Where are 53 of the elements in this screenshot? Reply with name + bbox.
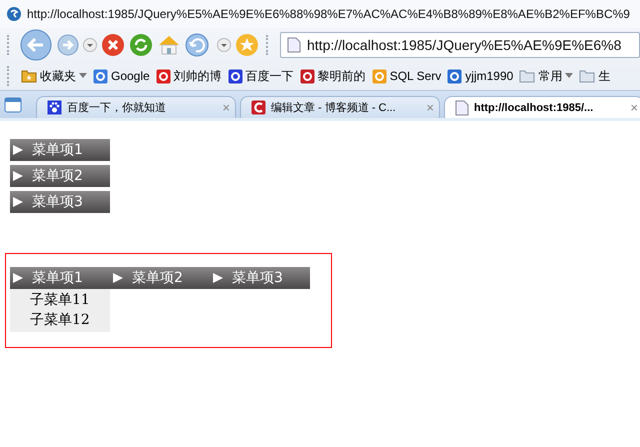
bookmark-item[interactable]: Google <box>93 68 150 84</box>
browser-tab[interactable]: 百度一下，你就知道 × <box>36 96 236 118</box>
caret-icon <box>79 73 87 79</box>
bookmark-item[interactable]: SQL Serv <box>372 68 442 84</box>
play-icon <box>113 273 123 283</box>
folder-icon <box>519 69 536 83</box>
site-icon <box>251 100 266 115</box>
paw-icon <box>47 100 62 115</box>
bookmark-item[interactable]: 刘帅的博 <box>156 68 222 84</box>
bookmark-item[interactable]: yjjm1990 <box>447 68 514 84</box>
dropdown-icon[interactable] <box>83 38 97 52</box>
site-icon <box>156 68 171 84</box>
site-icon <box>228 68 243 84</box>
folder-icon <box>579 69 596 83</box>
star-folder-icon <box>21 69 37 83</box>
play-icon <box>213 273 223 283</box>
menu-item[interactable]: 菜单项2 <box>110 267 210 289</box>
page-icon <box>287 37 301 53</box>
site-icon <box>300 68 315 84</box>
close-tab-button[interactable]: × <box>630 100 638 115</box>
bookmark-item[interactable]: 常用 <box>519 68 574 84</box>
window-title: http://localhost:1985/JQuery%E5%AE%9E%E6%88%98%E7%AC%AC%E4%B8%89%E8%AE%B2%EF%BC%9 <box>27 7 630 21</box>
play-icon <box>13 273 23 283</box>
site-icon <box>93 68 108 84</box>
caret-icon <box>565 73 574 79</box>
refresh-icon[interactable] <box>129 33 153 57</box>
menu-item[interactable]: 菜单项3 <box>210 267 310 289</box>
menu-item[interactable]: 菜单项3 <box>10 191 110 213</box>
back-icon[interactable] <box>19 28 53 62</box>
submenu-item[interactable]: 子菜单11 <box>10 290 110 310</box>
play-icon <box>13 197 23 207</box>
browser-tab[interactable]: http://localhost:1985/... × <box>444 96 640 118</box>
bookmark-item[interactable]: 生 <box>579 68 610 84</box>
bookmark-item[interactable]: 收藏夹 <box>21 68 87 84</box>
play-icon <box>13 171 23 181</box>
tab-list-icon[interactable] <box>4 96 22 112</box>
browser-logo-icon <box>6 6 22 22</box>
bookmark-item[interactable]: 百度一下 <box>228 68 294 84</box>
home-icon[interactable] <box>157 33 181 57</box>
submenu-item[interactable]: 子菜单12 <box>10 310 110 330</box>
site-icon <box>447 68 462 84</box>
dropdown-icon[interactable] <box>217 38 231 52</box>
menu-item[interactable]: 菜单项1 <box>10 267 110 289</box>
browser-tab[interactable]: 编辑文章 - 博客频道 - C... × <box>240 96 440 118</box>
page-icon <box>455 100 469 116</box>
bookmark-item[interactable]: 黎明前的 <box>300 68 366 84</box>
play-icon <box>13 145 23 155</box>
menu-item[interactable]: 菜单项1 <box>10 139 110 161</box>
address-field[interactable]: http://localhost:1985/JQuery%E5%AE%9E%E6%8 <box>280 32 640 58</box>
stop-icon[interactable] <box>101 33 125 57</box>
menu-item[interactable]: 菜单项2 <box>10 165 110 187</box>
forward-icon[interactable] <box>57 34 79 56</box>
site-icon <box>372 68 387 84</box>
